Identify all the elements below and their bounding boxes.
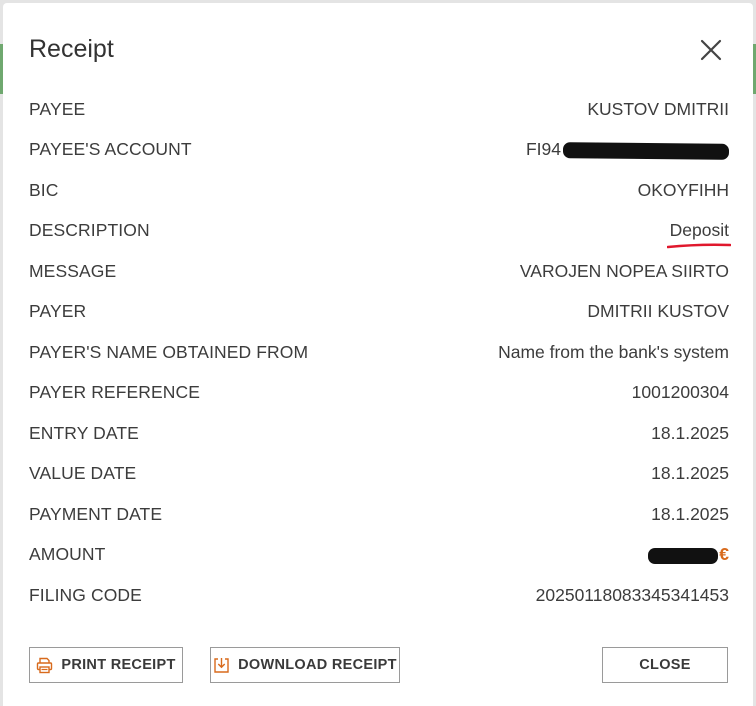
detail-value: FI94 [525, 139, 561, 160]
detail-label: PAYER'S NAME OBTAINED FROM [29, 341, 309, 362]
detail-label: PAYER [29, 301, 87, 322]
detail-value: OKOYFIHH [637, 179, 729, 200]
redaction-mark [562, 141, 730, 160]
detail-value: 1001200304 [631, 382, 729, 403]
detail-value: VAROJEN NOPEA SIIRTO [519, 260, 729, 281]
detail-value-wrap: Deposit [666, 220, 731, 249]
detail-row-amount: AMOUNT € [29, 535, 729, 576]
detail-row-filing-code: FILING CODE 20250118083345341453 [29, 575, 729, 616]
detail-value: DMITRII KUSTOV [587, 301, 729, 322]
download-receipt-button[interactable]: DOWNLOAD RECEIPT [210, 647, 400, 683]
print-receipt-label: PRINT RECEIPT [61, 657, 176, 673]
detail-label: DESCRIPTION [29, 220, 150, 241]
close-button-label: CLOSE [639, 657, 691, 673]
download-receipt-label: DOWNLOAD RECEIPT [238, 657, 397, 673]
print-receipt-button[interactable]: PRINT RECEIPT [29, 647, 183, 683]
detail-label: FILING CODE [29, 584, 142, 605]
detail-value-wrap: FI94 [525, 139, 730, 160]
detail-row-payment-date: PAYMENT DATE 18.1.2025 [29, 494, 729, 535]
redaction-mark [648, 547, 719, 564]
detail-row-description: DESCRIPTION Deposit [29, 211, 731, 252]
detail-row-payer-name-source: PAYER'S NAME OBTAINED FROM Name from the… [29, 332, 729, 373]
detail-label: PAYER REFERENCE [29, 382, 201, 403]
detail-row-payer-reference: PAYER REFERENCE 1001200304 [29, 373, 729, 414]
detail-label: PAYMENT DATE [29, 503, 163, 524]
detail-value: Deposit [669, 220, 729, 241]
detail-row-bic: BIC OKOYFIHH [29, 170, 729, 211]
detail-row-value-date: VALUE DATE 18.1.2025 [29, 454, 729, 495]
detail-value: 18.1.2025 [651, 422, 729, 443]
detail-value: 18.1.2025 [651, 463, 729, 484]
detail-label: BIC [29, 179, 59, 200]
printer-icon [37, 657, 53, 673]
detail-value: KUSTOV DMITRII [587, 98, 729, 119]
red-underline-annotation [666, 243, 731, 249]
detail-value: Name from the bank's system [498, 341, 729, 362]
receipt-dialog: Receipt PAYEE KUSTOV DMITRII PAYEE'S ACC… [3, 3, 753, 706]
detail-row-payer: PAYER DMITRII KUSTOV [29, 292, 729, 333]
close-button[interactable]: CLOSE [602, 647, 728, 683]
receipt-details: PAYEE KUSTOV DMITRII PAYEE'S ACCOUNT FI9… [29, 89, 731, 616]
detail-row-message: MESSAGE VAROJEN NOPEA SIIRTO [29, 251, 729, 292]
detail-value-wrap: € [648, 544, 729, 565]
detail-label: ENTRY DATE [29, 422, 139, 443]
detail-label: PAYEE'S ACCOUNT [29, 139, 192, 160]
download-icon [214, 657, 229, 673]
close-icon[interactable] [697, 36, 725, 64]
detail-label: VALUE DATE [29, 463, 137, 484]
detail-row-entry-date: ENTRY DATE 18.1.2025 [29, 413, 729, 454]
detail-label: PAYEE [29, 98, 86, 119]
detail-row-payee: PAYEE KUSTOV DMITRII [29, 89, 729, 130]
detail-row-payee-account: PAYEE'S ACCOUNT FI94 [29, 130, 730, 171]
currency-symbol: € [719, 544, 729, 565]
dialog-title: Receipt [29, 35, 114, 63]
detail-label: MESSAGE [29, 260, 117, 281]
detail-value: 18.1.2025 [651, 503, 729, 524]
detail-label: AMOUNT [29, 544, 106, 565]
detail-value: 20250118083345341453 [535, 584, 729, 605]
